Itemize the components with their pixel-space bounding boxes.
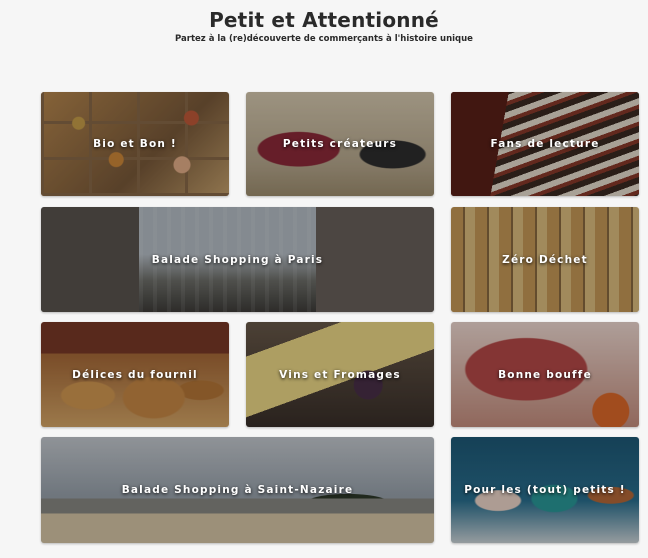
tile-label: Vins et Fromages (279, 368, 401, 381)
page-header: Petit et Attentionné Partez à la (re)déc… (0, 8, 648, 44)
category-tile-fans-de-lecture[interactable]: Fans de lecture (451, 92, 639, 196)
tile-label: Balade Shopping à Saint-Nazaire (121, 484, 354, 496)
tile-label: Bonne bouffe (498, 368, 592, 381)
page-subtitle: Partez à la (re)découverte de commerçant… (175, 34, 473, 44)
page-title: Petit et Attentionné (209, 8, 439, 32)
tile-label: Petits créateurs (282, 138, 398, 150)
tile-label: Zéro Déchet (502, 253, 588, 266)
tile-label: Délices du fournil (72, 368, 198, 381)
category-tile-pour-les-tout-petits[interactable]: Pour les (tout) petits ! (451, 437, 639, 543)
category-tile-delices-du-fournil[interactable]: Délices du fournil (41, 322, 229, 427)
tile-label: Fans de lecture (490, 138, 600, 150)
category-tile-bonne-bouffe[interactable]: Bonne bouffe (451, 322, 639, 427)
category-tile-petits-createurs[interactable]: Petits créateurs (246, 92, 434, 196)
tile-label: Pour les (tout) petits ! (464, 484, 626, 496)
category-tile-vins-et-fromages[interactable]: Vins et Fromages (246, 322, 434, 427)
category-tile-balade-shopping-paris[interactable]: Balade Shopping à Paris (41, 207, 434, 312)
category-tile-zero-dechet[interactable]: Zéro Déchet (451, 207, 639, 312)
category-tile-balade-shopping-saint-nazaire[interactable]: Balade Shopping à Saint-Nazaire (41, 437, 434, 543)
tile-label: Bio et Bon ! (93, 138, 177, 150)
tile-label: Balade Shopping à Paris (151, 253, 324, 266)
category-tile-bio-et-bon[interactable]: Bio et Bon ! (41, 92, 229, 196)
